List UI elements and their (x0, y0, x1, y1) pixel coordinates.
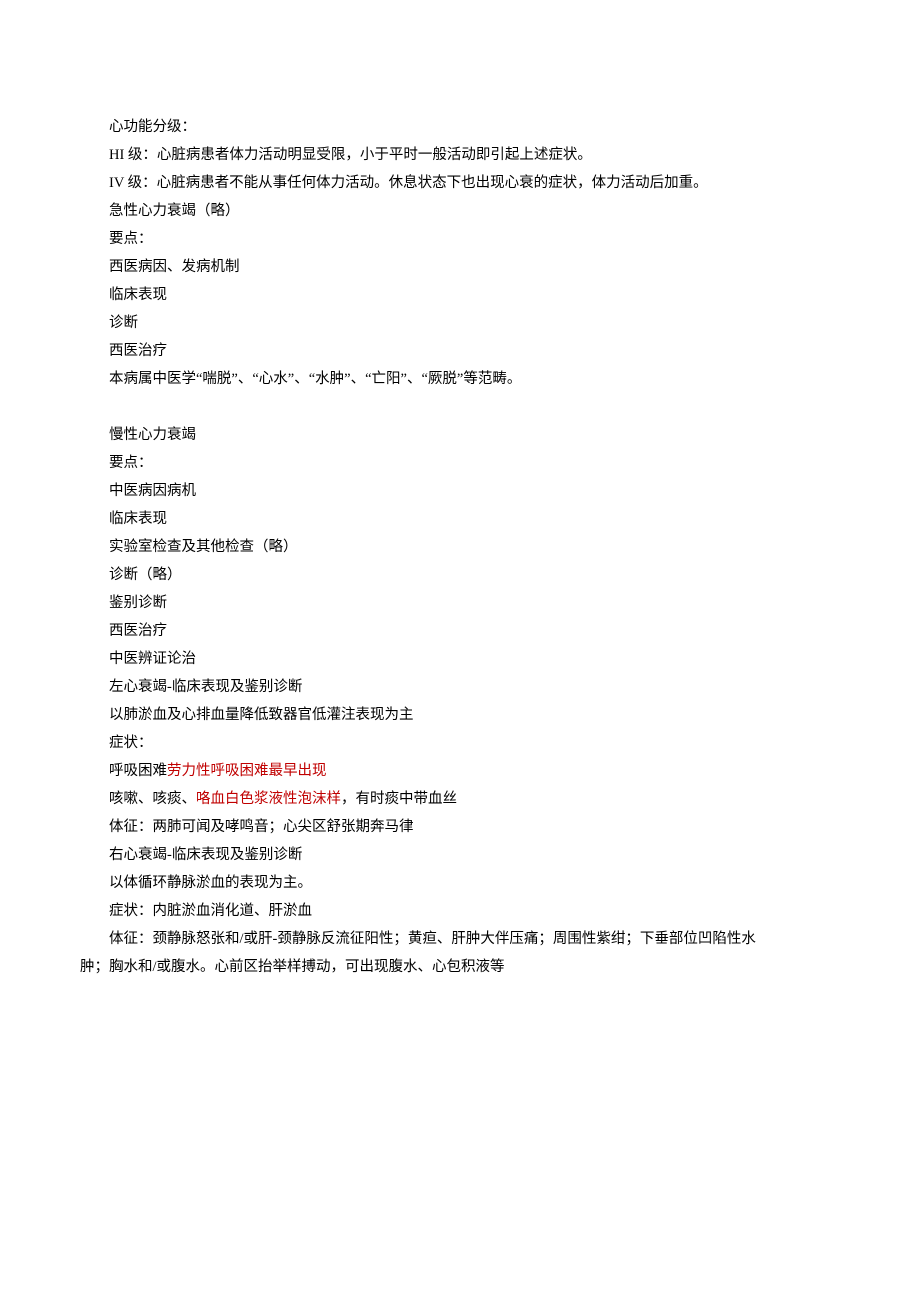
body-text: 右心衰竭-临床表现及鉴别诊断 (109, 847, 302, 863)
text-line: 症状： (80, 729, 840, 757)
text-line: 西医病因、发病机制 (80, 253, 840, 281)
text-line: 诊断（略） (80, 561, 840, 589)
text-line: 急性心力衰竭（略） (80, 197, 840, 225)
text-line: 以肺淤血及心排血量降低致器官低灌注表现为主 (80, 701, 840, 729)
body-text: 临床表现 (109, 287, 167, 303)
text-line: 右心衰竭-临床表现及鉴别诊断 (80, 841, 840, 869)
text-line: 体征：颈静脉怒张和/或肝-颈静脉反流征阳性；黄疸、肝肿大伴压痛；周围性紫绀；下垂… (80, 925, 840, 953)
text-line: 症状：内脏淤血消化道、肝淤血 (80, 897, 840, 925)
body-text: 临床表现 (109, 511, 167, 527)
body-text: 症状： (109, 735, 153, 751)
body-text: 呼吸困难 (109, 763, 167, 779)
text-line: HI 级：心脏病患者体力活动明显受限，小于平时一般活动即引起上述症状。 (80, 141, 840, 169)
text-line: 临床表现 (80, 281, 840, 309)
body-text: 急性心力衰竭（略） (109, 203, 240, 219)
text-line: 中医病因病机 (80, 477, 840, 505)
text-line: IV 级：心脏病患者不能从事任何体力活动。休息状态下也出现心衰的症状，体力活动后… (80, 169, 840, 197)
blank-line (80, 393, 840, 421)
text-line: 鉴别诊断 (80, 589, 840, 617)
body-text: 中医辨证论治 (109, 651, 196, 667)
body-text: 慢性心力衰竭 (109, 427, 196, 443)
body-text: 咳嗽、咳痰、 (109, 791, 196, 807)
body-text: 以体循环静脉淤血的表现为主。 (109, 875, 312, 891)
body-text: 鉴别诊断 (109, 595, 167, 611)
highlighted-text: 咯血白色浆液性泡沫样 (196, 791, 341, 807)
text-line: 体征：两肺可闻及哮鸣音；心尖区舒张期奔马律 (80, 813, 840, 841)
body-text: 要点： (109, 231, 153, 247)
highlighted-text: 劳力性呼吸困难最早出现 (167, 763, 327, 779)
text-line: 西医治疗 (80, 337, 840, 365)
body-text: 诊断（略） (109, 567, 182, 583)
text-line: 要点： (80, 449, 840, 477)
body-text: 西医治疗 (109, 343, 167, 359)
text-line: 西医治疗 (80, 617, 840, 645)
body-text: 西医治疗 (109, 623, 167, 639)
text-line: 诊断 (80, 309, 840, 337)
body-text: 左心衰竭-临床表现及鉴别诊断 (109, 679, 302, 695)
body-text: 心功能分级： (109, 119, 196, 135)
body-text: 肿；胸水和/或腹水。心前区抬举样搏动，可出现腹水、心包积液等 (80, 959, 505, 975)
text-line: 左心衰竭-临床表现及鉴别诊断 (80, 673, 840, 701)
body-text: 体征：两肺可闻及哮鸣音；心尖区舒张期奔马律 (109, 819, 414, 835)
body-text: 症状：内脏淤血消化道、肝淤血 (109, 903, 312, 919)
body-text: 诊断 (109, 315, 138, 331)
document-page: 心功能分级： HI 级：心脏病患者体力活动明显受限，小于平时一般活动即引起上述症状… (0, 0, 920, 1301)
text-line: 咳嗽、咳痰、咯血白色浆液性泡沫样，有时痰中带血丝 (80, 785, 840, 813)
text-line: 心功能分级： (80, 113, 840, 141)
text-line: 肿；胸水和/或腹水。心前区抬举样搏动，可出现腹水、心包积液等 (80, 953, 840, 981)
text-line: 实验室检查及其他检查（略） (80, 533, 840, 561)
body-text: 实验室检查及其他检查（略） (109, 539, 298, 555)
body-text: HI 级：心脏病患者体力活动明显受限，小于平时一般活动即引起上述症状。 (109, 147, 592, 163)
text-line: 要点： (80, 225, 840, 253)
text-line: 临床表现 (80, 505, 840, 533)
body-text: 要点： (109, 455, 153, 471)
text-line: 中医辨证论治 (80, 645, 840, 673)
body-text: 西医病因、发病机制 (109, 259, 240, 275)
body-text: IV 级：心脏病患者不能从事任何体力活动。休息状态下也出现心衰的症状，体力活动后… (109, 175, 708, 191)
text-line: 以体循环静脉淤血的表现为主。 (80, 869, 840, 897)
body-text: ，有时痰中带血丝 (341, 791, 457, 807)
text-line: 慢性心力衰竭 (80, 421, 840, 449)
text-line: 呼吸困难劳力性呼吸困难最早出现 (80, 757, 840, 785)
body-text: 中医病因病机 (109, 483, 196, 499)
text-line: 本病属中医学“喘脱”、“心水”、“水肿”、“亡阳”、“厥脱”等范畴。 (80, 365, 840, 393)
body-text: 本病属中医学“喘脱”、“心水”、“水肿”、“亡阳”、“厥脱”等范畴。 (109, 371, 521, 387)
body-text: 以肺淤血及心排血量降低致器官低灌注表现为主 (109, 707, 414, 723)
body-text: 体征：颈静脉怒张和/或肝-颈静脉反流征阳性；黄疸、肝肿大伴压痛；周围性紫绀；下垂… (109, 931, 756, 947)
